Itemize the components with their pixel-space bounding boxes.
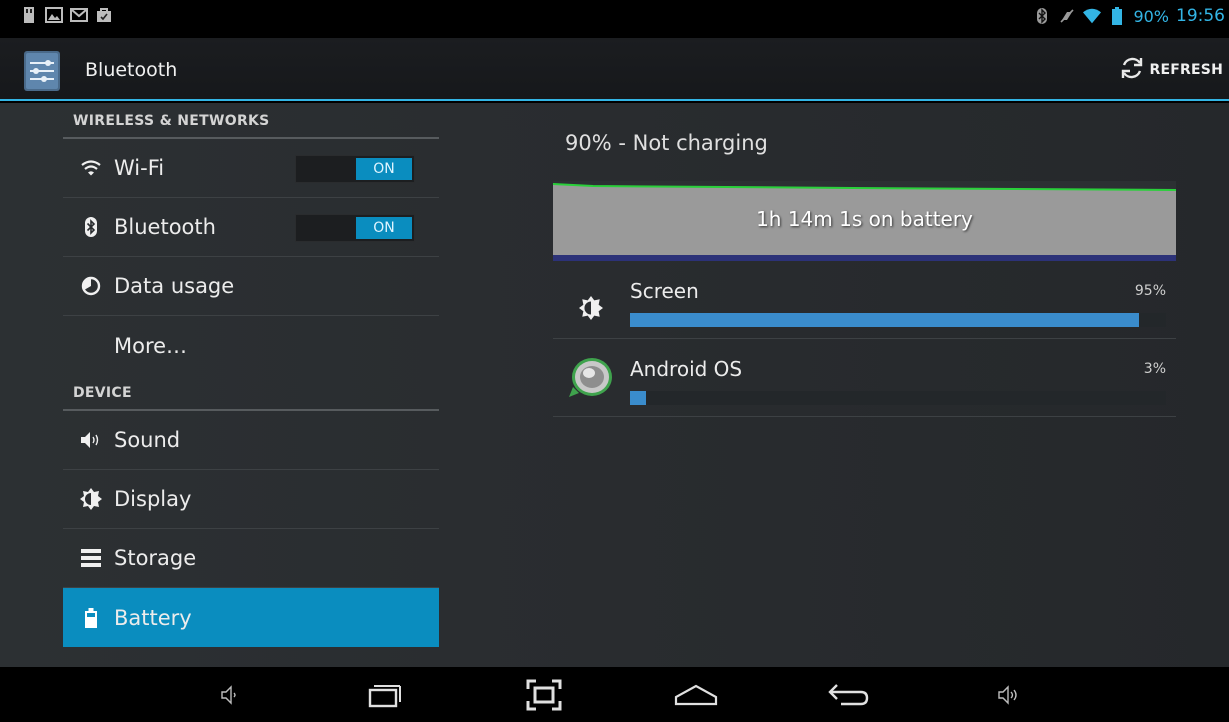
battery-history-graph[interactable]: 1h 14m 1s on battery bbox=[553, 181, 1176, 261]
settings-item-sound[interactable]: Sound bbox=[63, 411, 439, 470]
wifi-icon bbox=[1083, 7, 1102, 25]
usage-name: Screen bbox=[630, 279, 699, 303]
settings-item-label: Display bbox=[114, 487, 192, 511]
settings-item-label: Battery bbox=[114, 605, 192, 630]
bluetooth-icon bbox=[63, 217, 114, 237]
toggle-on-label: ON bbox=[356, 158, 412, 180]
usage-row-android-os[interactable]: Android OS 3% bbox=[553, 339, 1176, 417]
brightness-icon bbox=[567, 285, 615, 331]
toggle-on-label: ON bbox=[356, 217, 412, 239]
settings-item-data-usage[interactable]: Data usage bbox=[63, 257, 439, 316]
battery-icon bbox=[1108, 7, 1126, 25]
settings-item-label: More… bbox=[114, 333, 188, 358]
bluetooth-icon bbox=[1033, 7, 1051, 25]
action-bar: Bluetooth REFRESH bbox=[0, 38, 1229, 101]
bluetooth-toggle[interactable]: ON bbox=[295, 214, 415, 242]
settings-item-battery[interactable]: Battery bbox=[63, 588, 439, 647]
usage-bar-fill bbox=[630, 313, 1140, 327]
android-os-icon bbox=[567, 355, 615, 401]
usage-bar-fill bbox=[630, 391, 647, 405]
settings-item-label: Sound bbox=[114, 428, 181, 452]
battery-percent: 90% bbox=[1133, 6, 1169, 26]
wifi-toggle[interactable]: ON bbox=[295, 155, 415, 183]
refresh-icon bbox=[1119, 55, 1145, 85]
settings-item-label: Storage bbox=[114, 546, 197, 570]
system-icons: 90% 19:56 bbox=[1033, 6, 1225, 26]
clock: 19:56 bbox=[1176, 6, 1225, 26]
settings-item-storage[interactable]: Storage bbox=[63, 529, 439, 588]
section-header-device: DEVICE bbox=[63, 375, 439, 411]
usage-name: Android OS bbox=[630, 357, 743, 381]
settings-item-bluetooth[interactable]: Bluetooth ON bbox=[63, 198, 439, 257]
usage-bar bbox=[630, 313, 1166, 327]
settings-item-label: Wi-Fi bbox=[114, 156, 165, 180]
section-header-wireless: WIRELESS & NETWORKS bbox=[63, 103, 439, 139]
shopping-bag-icon bbox=[95, 6, 113, 24]
refresh-label: REFRESH bbox=[1149, 62, 1223, 78]
usage-bar bbox=[630, 391, 1166, 405]
refresh-button[interactable]: REFRESH bbox=[1119, 54, 1223, 86]
volume-down-icon[interactable] bbox=[208, 679, 252, 711]
battery-icon bbox=[63, 607, 114, 628]
usage-percent: 95% bbox=[1134, 283, 1166, 299]
storage-icon bbox=[63, 549, 114, 567]
status-bar: 90% 19:56 bbox=[0, 0, 1229, 38]
settings-item-display[interactable]: Display bbox=[63, 470, 439, 529]
wifi-icon bbox=[63, 160, 114, 176]
brightness-icon bbox=[63, 488, 114, 510]
usb-icon bbox=[20, 6, 38, 24]
picture-icon bbox=[45, 6, 63, 24]
settings-item-more[interactable]: More… bbox=[63, 316, 439, 375]
settings-item-label: Bluetooth bbox=[114, 215, 216, 239]
navigation-bar bbox=[0, 667, 1229, 722]
content-area: WIRELESS & NETWORKS Wi-Fi ON Bluetooth O… bbox=[0, 103, 1229, 667]
usage-row-screen[interactable]: Screen 95% bbox=[553, 261, 1176, 339]
speaker-icon bbox=[63, 430, 114, 450]
volume-up-icon[interactable] bbox=[986, 679, 1030, 711]
back-icon[interactable] bbox=[826, 679, 870, 711]
recent-apps-icon[interactable] bbox=[363, 679, 407, 711]
settings-item-wifi[interactable]: Wi-Fi ON bbox=[63, 139, 439, 198]
data-usage-icon bbox=[63, 276, 114, 296]
battery-status: 90% - Not charging bbox=[565, 131, 768, 155]
page-title: Bluetooth bbox=[85, 59, 178, 81]
notification-icons bbox=[20, 6, 113, 24]
mute-icon bbox=[1058, 7, 1076, 25]
settings-list: WIRELESS & NETWORKS Wi-Fi ON Bluetooth O… bbox=[63, 103, 439, 647]
usage-percent: 3% bbox=[1143, 361, 1166, 377]
screenshot-icon[interactable] bbox=[522, 679, 566, 711]
gmail-icon bbox=[70, 6, 88, 24]
settings-icon[interactable] bbox=[24, 51, 60, 91]
home-icon[interactable] bbox=[674, 679, 718, 711]
settings-item-label: Data usage bbox=[114, 274, 235, 298]
battery-graph-label: 1h 14m 1s on battery bbox=[756, 207, 973, 231]
